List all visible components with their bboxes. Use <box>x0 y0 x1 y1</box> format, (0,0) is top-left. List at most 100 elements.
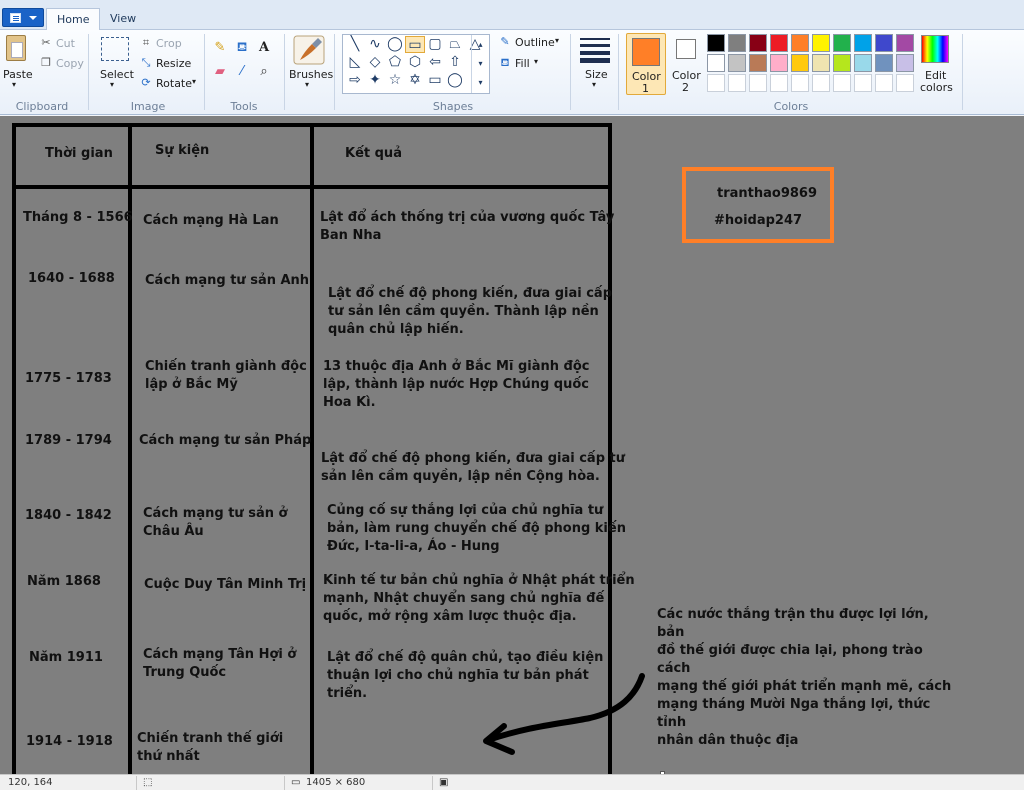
four-point-star-shape-icon[interactable]: ✦ <box>365 72 385 89</box>
row-result-line: Lật đổ chế độ phong kiến, đưa giai cấp t… <box>321 451 625 466</box>
file-menu-button[interactable] <box>2 8 44 27</box>
palette-color-swatch[interactable] <box>833 34 851 52</box>
palette-color-swatch[interactable] <box>854 34 872 52</box>
oval-callout-shape-icon[interactable]: ◯ <box>445 72 465 89</box>
copy-label: Copy <box>56 57 84 70</box>
note-line: nhân dân thuộc địa <box>657 733 799 748</box>
annotation-note: Các nước thắng trận thu được lợi lớn, bả… <box>657 606 957 750</box>
row-result-line: sản lên cầm quyền, lập nền Cộng hòa. <box>321 469 600 484</box>
palette-color-swatch[interactable] <box>770 54 788 72</box>
palette-empty-swatch[interactable] <box>728 74 746 92</box>
outline-brush-icon: ✎ <box>500 35 510 48</box>
paste-dropdown-icon[interactable]: ▾ <box>12 80 16 89</box>
palette-empty-swatch[interactable] <box>791 74 809 92</box>
signature-username: tranthao9869 <box>717 186 818 201</box>
palette-empty-swatch[interactable] <box>875 74 893 92</box>
text-tool-icon[interactable]: A <box>254 38 274 58</box>
palette-color-swatch[interactable] <box>707 34 725 52</box>
rotate-dropdown-icon[interactable]: ▾ <box>192 77 196 86</box>
select-dropdown-icon[interactable]: ▾ <box>110 80 114 89</box>
right-triangle-shape-icon[interactable]: ◺ <box>345 54 365 71</box>
palette-color-swatch[interactable] <box>749 54 767 72</box>
canvas-size: 1405 × 680 <box>306 777 366 788</box>
status-bar: 120, 164 ⬚ ▭ 1405 × 680 ▣ <box>0 774 1024 790</box>
five-point-star-shape-icon[interactable]: ☆ <box>385 72 405 89</box>
pentagon-shape-icon[interactable]: ⬠ <box>385 54 405 71</box>
color2-swatch <box>676 39 696 59</box>
rectangle-shape-icon[interactable]: ▭ <box>405 36 425 53</box>
row-event-line: Trung Quốc <box>143 665 227 680</box>
document-icon <box>10 13 21 23</box>
row-event: Cách mạng tư sản Anh <box>145 273 310 288</box>
palette-color-swatch[interactable] <box>770 34 788 52</box>
palette-color-swatch[interactable] <box>812 54 830 72</box>
oval-shape-icon[interactable]: ◯ <box>385 36 405 53</box>
canvas-size-icon: ▭ <box>291 777 301 788</box>
fill-bucket-icon[interactable]: ⛾ <box>232 38 252 58</box>
ribbon-divider <box>88 34 89 110</box>
fill-dropdown-icon: ▾ <box>534 57 539 66</box>
up-arrow-shape-icon[interactable]: ⇧ <box>445 54 465 71</box>
eraser-icon[interactable]: ▰ <box>210 62 230 82</box>
palette-color-swatch[interactable] <box>896 34 914 52</box>
right-arrow-shape-icon[interactable]: ⇨ <box>345 72 365 89</box>
palette-color-swatch[interactable] <box>812 34 830 52</box>
callout-shape-icon[interactable]: ▭ <box>425 72 445 89</box>
select-label: Select <box>100 68 134 81</box>
color-spectrum-icon <box>921 35 949 63</box>
line-shape-icon[interactable]: ╲ <box>345 36 365 53</box>
row-result-line: Ban Nha <box>320 228 382 243</box>
palette-empty-swatch[interactable] <box>812 74 830 92</box>
palette-empty-swatch[interactable] <box>770 74 788 92</box>
palette-color-swatch[interactable] <box>791 34 809 52</box>
color-picker-icon[interactable]: ⁄ <box>232 62 252 82</box>
row-event: Cuộc Duy Tân Minh Trị <box>144 577 307 592</box>
pencil-icon[interactable]: ✎ <box>210 38 230 58</box>
color1-swatch <box>632 38 660 66</box>
palette-empty-swatch[interactable] <box>833 74 851 92</box>
palette-empty-swatch[interactable] <box>896 74 914 92</box>
palette-color-swatch[interactable] <box>875 54 893 72</box>
table-border-left <box>12 123 16 774</box>
tab-home[interactable]: Home <box>46 8 101 31</box>
paste-label: Paste <box>3 68 33 81</box>
palette-color-swatch[interactable] <box>728 54 746 72</box>
rounded-rectangle-shape-icon[interactable]: ▢ <box>425 36 445 53</box>
palette-color-swatch[interactable] <box>854 54 872 72</box>
color-palette <box>707 34 917 94</box>
hexagon-shape-icon[interactable]: ⬡ <box>405 54 425 71</box>
color1-button[interactable]: Color 1 <box>626 33 666 95</box>
ribbon-divider <box>284 34 285 110</box>
brushes-dropdown-icon[interactable]: ▾ <box>305 80 309 89</box>
diamond-shape-icon[interactable]: ◇ <box>365 54 385 71</box>
palette-empty-swatch[interactable] <box>854 74 872 92</box>
canvas-area[interactable]: Thời gian Sự kiện Kết quả Tháng 8 - 1566… <box>0 116 1024 776</box>
row-result-line: Lật đổ ách thống trị của vương quốc Tây <box>320 210 615 225</box>
six-point-star-shape-icon[interactable]: ✡ <box>405 72 425 89</box>
outline-label: Outline <box>515 36 555 49</box>
shapes-scroll[interactable]: ▴ ▾ ▾ <box>471 35 489 93</box>
polygon-shape-icon[interactable]: ⏢ <box>445 36 465 53</box>
row-event-line: Chiến tranh giành độc <box>145 359 307 374</box>
tools-group-label: Tools <box>230 100 258 113</box>
palette-color-swatch[interactable] <box>707 54 725 72</box>
cut-label: Cut <box>56 37 75 50</box>
palette-color-swatch[interactable] <box>728 34 746 52</box>
clipboard-group-label: Clipboard <box>15 100 69 113</box>
brushes-label: Brushes <box>289 68 334 81</box>
palette-empty-swatch[interactable] <box>749 74 767 92</box>
status-divider <box>136 776 137 790</box>
palette-color-swatch[interactable] <box>896 54 914 72</box>
tab-view[interactable]: View <box>100 8 146 31</box>
rotate-icon: ⟳ <box>141 76 151 89</box>
palette-color-swatch[interactable] <box>791 54 809 72</box>
palette-color-swatch[interactable] <box>875 34 893 52</box>
curve-shape-icon[interactable]: ∿ <box>365 36 385 53</box>
palette-empty-swatch[interactable] <box>707 74 725 92</box>
row-event-line: thứ nhất <box>137 749 200 764</box>
palette-color-swatch[interactable] <box>749 34 767 52</box>
row-time: 1840 - 1842 <box>25 508 112 523</box>
left-arrow-shape-icon[interactable]: ⇦ <box>425 54 445 71</box>
palette-color-swatch[interactable] <box>833 54 851 72</box>
magnifier-icon[interactable]: ⌕ <box>254 62 274 82</box>
